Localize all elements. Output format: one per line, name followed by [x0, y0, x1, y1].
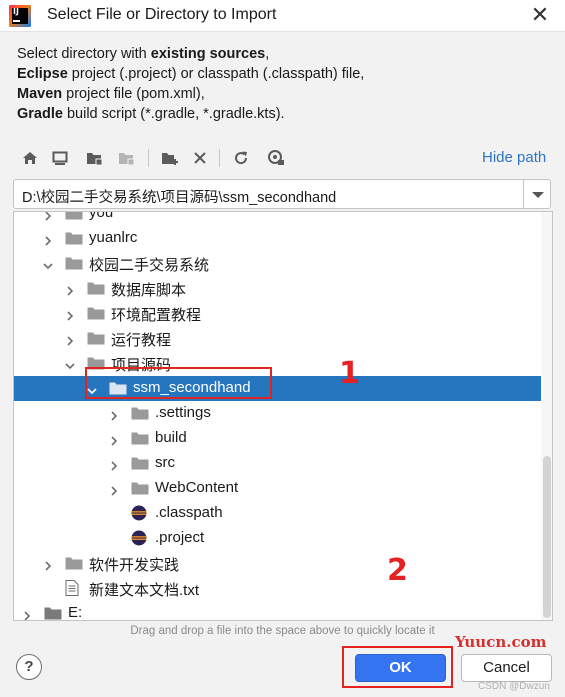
folder-icon	[131, 431, 149, 450]
folder-icon	[65, 256, 83, 275]
desktop-icon[interactable]	[48, 145, 72, 171]
watermark-user: CSDN @Dwzun	[478, 681, 550, 692]
tree-row-label: you	[89, 211, 114, 221]
chevron-right-icon[interactable]	[109, 483, 119, 496]
tree-row[interactable]: 环境配置教程	[14, 301, 541, 326]
hide-path-link[interactable]: Hide path	[482, 149, 546, 166]
description-line: Gradle build script (*.gradle, *.gradle.…	[17, 106, 285, 122]
folder-icon	[131, 456, 149, 475]
chevron-down-icon[interactable]	[531, 191, 545, 199]
tree-row[interactable]: yuanlrc	[14, 226, 541, 251]
tree-row[interactable]: .settings	[14, 401, 541, 426]
file-chooser-toolbar: Hide path	[14, 145, 554, 171]
chevron-right-icon[interactable]	[43, 558, 53, 571]
refresh-icon[interactable]	[229, 145, 253, 171]
chevron-right-icon[interactable]	[43, 233, 53, 246]
eclipse-file-icon	[131, 530, 147, 551]
home-icon[interactable]	[18, 145, 42, 171]
tree-row[interactable]: WebContent	[14, 476, 541, 501]
folder-icon	[87, 306, 105, 325]
folder-icon	[65, 556, 83, 575]
step-two-annotation: 2	[387, 553, 408, 588]
tree-row[interactable]: 校园二手交易系统	[14, 251, 541, 276]
tree-row[interactable]: src	[14, 451, 541, 476]
dialog-title: Select File or Directory to Import	[47, 6, 277, 23]
cancel-button[interactable]: Cancel	[461, 654, 552, 682]
step-one-annotation: 1	[339, 356, 360, 391]
tree-scrollbar-thumb[interactable]	[543, 456, 551, 618]
folder-icon	[87, 281, 105, 300]
tree-row[interactable]: 数据库脚本	[14, 276, 541, 301]
tree-row[interactable]: 运行教程	[14, 326, 541, 351]
dialog-description: Select directory with existing sources, …	[17, 44, 364, 124]
path-combobox[interactable]: D:\校园二手交易系统\项目源码\ssm_secondhand	[13, 179, 551, 209]
folder-icon	[87, 331, 105, 350]
chevron-down-icon[interactable]	[65, 358, 75, 370]
tree-row[interactable]: you	[14, 211, 541, 226]
toolbar-separator	[219, 149, 220, 167]
tree-row[interactable]: E:	[14, 601, 541, 621]
tree-row-label: yuanlrc	[89, 229, 138, 246]
delete-icon[interactable]	[188, 145, 212, 171]
combo-separator	[523, 180, 524, 208]
new-folder-icon[interactable]	[158, 145, 182, 171]
tree-row-label: E:	[68, 604, 83, 621]
help-button[interactable]: ?	[16, 654, 42, 680]
tree-row-label: build	[155, 429, 187, 446]
file-tree[interactable]: E: 新建文本文档.txt 软件开发实践 .project .classpath WebC…	[13, 211, 553, 621]
tree-row-label: 新建文本文档.txt	[89, 582, 200, 599]
chevron-right-icon[interactable]	[109, 458, 119, 471]
eclipse-file-icon	[131, 505, 147, 526]
description-line: Maven project file (pom.xml),	[17, 86, 205, 102]
tree-row-label: src	[155, 454, 175, 471]
tree-row-label: 软件开发实践	[89, 557, 180, 574]
text-file-icon	[65, 580, 79, 601]
tree-row[interactable]: 新建文本文档.txt	[14, 576, 541, 601]
close-icon[interactable]: ✕	[522, 1, 558, 31]
selection-highlight-box	[85, 367, 272, 399]
tree-row-label: .project	[155, 529, 205, 546]
intellij-app-icon: IJ	[9, 5, 31, 27]
tree-row[interactable]: 软件开发实践	[14, 551, 541, 576]
chevron-right-icon[interactable]	[109, 433, 119, 446]
folder-icon	[131, 481, 149, 500]
chevron-right-icon[interactable]	[65, 333, 75, 346]
module-folder-icon[interactable]	[114, 145, 138, 171]
chevron-right-icon[interactable]	[109, 408, 119, 421]
project-folder-icon[interactable]	[82, 145, 106, 171]
tree-row-label: 校园二手交易系统	[89, 257, 210, 274]
ok-button[interactable]: OK	[355, 654, 446, 682]
chevron-right-icon[interactable]	[65, 283, 75, 296]
watermark-site: Yuucn.com	[455, 633, 547, 651]
tree-row-label: .settings	[155, 404, 211, 421]
toolbar-separator	[148, 149, 149, 167]
folder-icon	[65, 212, 83, 225]
chevron-down-icon[interactable]	[43, 258, 53, 270]
folder-icon	[65, 231, 83, 250]
tree-row[interactable]: .classpath	[14, 501, 541, 526]
tree-row-label: 运行教程	[111, 332, 172, 349]
chevron-right-icon[interactable]	[65, 308, 75, 321]
tree-row[interactable]: .project	[14, 526, 541, 551]
folder-icon	[131, 406, 149, 425]
tree-row-label: .classpath	[155, 504, 223, 521]
drive-icon	[44, 606, 62, 620]
show-hidden-icon[interactable]	[264, 145, 288, 171]
path-field-value[interactable]: D:\校园二手交易系统\项目源码\ssm_secondhand	[22, 186, 336, 207]
description-line: Select directory with existing sources,	[17, 46, 270, 62]
tree-row-label: WebContent	[155, 479, 239, 496]
tree-row-label: 数据库脚本	[111, 282, 187, 299]
chevron-right-icon[interactable]	[22, 608, 32, 620]
chevron-right-icon[interactable]	[43, 212, 53, 221]
description-line: Eclipse project (.project) or classpath …	[17, 66, 365, 82]
tree-row[interactable]: build	[14, 426, 541, 451]
tree-row-label: 环境配置教程	[111, 307, 202, 324]
title-bar: IJ Select File or Directory to Import ✕	[0, 0, 565, 32]
